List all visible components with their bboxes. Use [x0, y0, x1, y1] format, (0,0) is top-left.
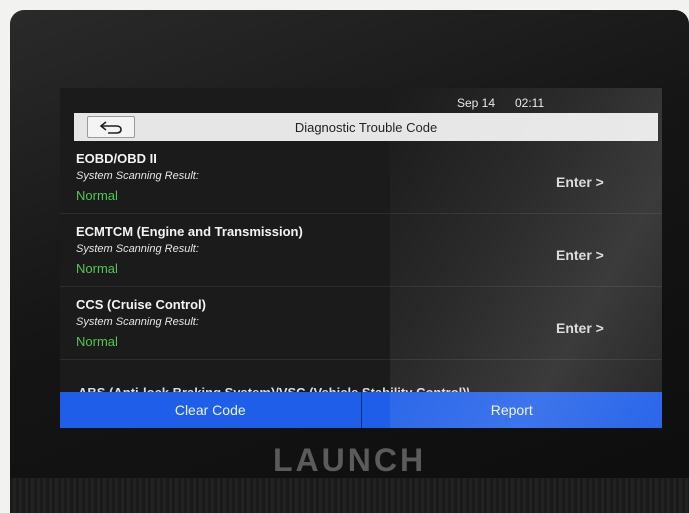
action-bar: Clear Code Report — [60, 392, 662, 428]
scanner-device: Sep 14 02:11 Diagnostic Trouble Code EOB… — [10, 10, 689, 513]
status-date: Sep 14 — [457, 96, 496, 110]
clear-code-button[interactable]: Clear Code — [60, 392, 361, 428]
report-button[interactable]: Report — [361, 392, 662, 428]
system-item-ccs[interactable]: CCS (Cruise Control) System Scanning Res… — [60, 287, 662, 360]
status-bar: Sep 14 02:11 — [60, 96, 662, 112]
device-bottom-edge — [10, 478, 689, 513]
system-list: EOBD/OBD II System Scanning Result: Norm… — [60, 141, 662, 401]
device-screen: Sep 14 02:11 Diagnostic Trouble Code EOB… — [60, 88, 662, 428]
status-time: 02:11 — [515, 96, 545, 110]
page-title: Diagnostic Trouble Code — [294, 120, 438, 135]
enter-button[interactable]: Enter > — [556, 174, 604, 190]
system-item-ecmtcm[interactable]: ECMTCM (Engine and Transmission) System … — [60, 214, 662, 287]
system-item-abs-partial[interactable]: ABS (Anti-lock Braking System)/VSC (Vehi… — [78, 383, 470, 392]
result-label: System Scanning Result: — [76, 316, 199, 328]
system-name: EOBD/OBD II — [76, 151, 157, 166]
result-label: System Scanning Result: — [76, 170, 199, 182]
photo-background: Sep 14 02:11 Diagnostic Trouble Code EOB… — [0, 0, 689, 513]
result-status: Normal — [76, 334, 118, 349]
system-name: CCS (Cruise Control) — [76, 297, 206, 312]
result-label: System Scanning Result: — [76, 243, 199, 255]
result-status: Normal — [76, 261, 118, 276]
system-item-eobd[interactable]: EOBD/OBD II System Scanning Result: Norm… — [60, 141, 662, 214]
title-bar: Diagnostic Trouble Code — [74, 113, 658, 141]
result-status: Normal — [76, 188, 118, 203]
system-name: ECMTCM (Engine and Transmission) — [76, 224, 303, 239]
enter-button[interactable]: Enter > — [556, 247, 604, 263]
enter-button[interactable]: Enter > — [556, 320, 604, 336]
device-brand-logo: LAUNCH — [272, 442, 427, 478]
